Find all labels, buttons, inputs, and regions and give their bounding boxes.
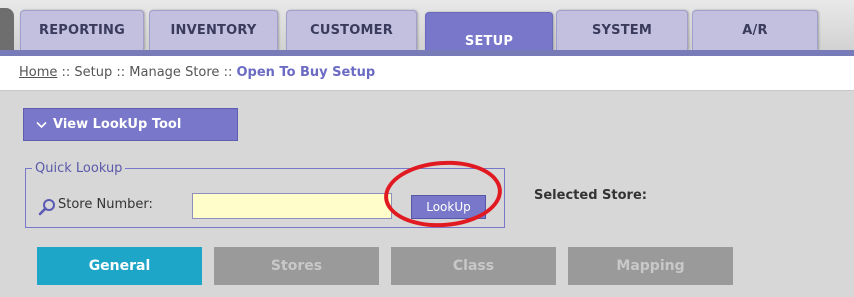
breadcrumb-home-link[interactable]: Home <box>19 65 57 80</box>
tab-reporting[interactable]: REPORTING <box>20 10 144 50</box>
selected-store-label: Selected Store: <box>534 188 647 203</box>
tab-inventory[interactable]: INVENTORY <box>149 10 278 50</box>
nav-left-cap <box>0 8 14 50</box>
quick-lookup-legend: Quick Lookup <box>35 161 123 176</box>
view-lookup-tool-label: View LookUp Tool <box>53 117 182 132</box>
breadcrumb-item-setup: Setup <box>74 65 113 80</box>
subtab-general[interactable]: General <box>37 247 202 285</box>
subtab-mapping[interactable]: Mapping <box>568 247 733 285</box>
breadcrumb-item-manage-store: Manage Store <box>129 65 220 80</box>
store-number-input[interactable] <box>192 193 392 219</box>
subtab-class[interactable]: Class <box>391 247 556 285</box>
breadcrumb: Home :: Setup :: Manage Store :: Open To… <box>0 56 854 91</box>
tab-ar[interactable]: A/R <box>692 10 818 50</box>
breadcrumb-separator: :: <box>112 65 130 80</box>
store-number-label: Store Number: <box>58 197 153 212</box>
tab-customer[interactable]: CUSTOMER <box>286 10 417 50</box>
top-nav-bar: REPORTING INVENTORY CUSTOMER SETUP SYSTE… <box>0 0 854 60</box>
breadcrumb-current: Open To Buy Setup <box>236 65 376 80</box>
view-lookup-tool-button[interactable]: View LookUp Tool <box>23 108 238 141</box>
subtab-stores[interactable]: Stores <box>214 247 379 285</box>
breadcrumb-separator: :: <box>219 65 237 80</box>
breadcrumb-separator: :: <box>57 65 75 80</box>
tab-system[interactable]: SYSTEM <box>556 10 688 50</box>
chevron-down-icon <box>36 118 47 132</box>
search-icon <box>38 198 56 216</box>
